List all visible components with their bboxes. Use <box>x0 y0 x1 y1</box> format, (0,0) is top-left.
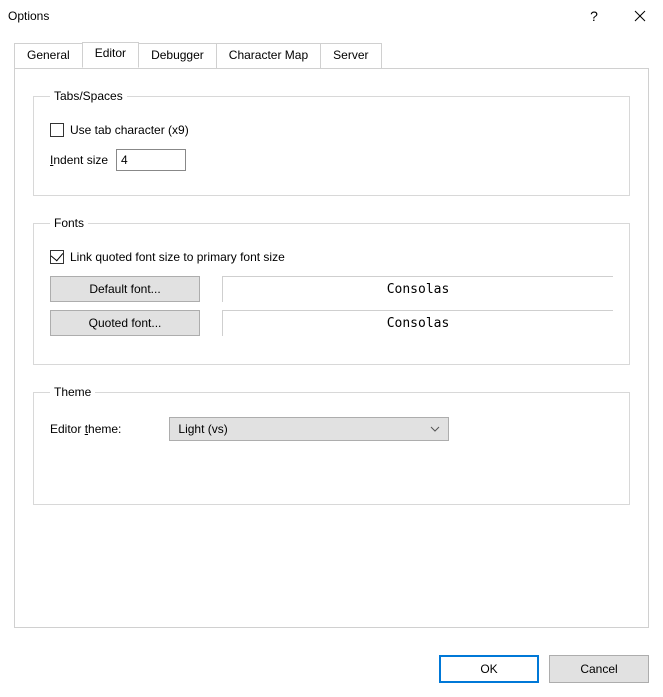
indent-size-label[interactable]: Indent size <box>50 153 108 167</box>
default-font-button[interactable]: Default font... <box>50 276 200 302</box>
tab-general[interactable]: General <box>14 43 83 69</box>
theme-group: Theme Editor theme: Light (vs) <box>33 385 630 505</box>
close-button[interactable] <box>617 0 663 32</box>
ok-button[interactable]: OK <box>439 655 539 683</box>
help-button[interactable]: ? <box>571 0 617 32</box>
tabs-spaces-legend: Tabs/Spaces <box>50 89 127 103</box>
fonts-legend: Fonts <box>50 216 88 230</box>
indent-size-input[interactable] <box>116 149 186 171</box>
theme-legend: Theme <box>50 385 95 399</box>
tab-debugger[interactable]: Debugger <box>138 43 217 69</box>
quoted-font-button[interactable]: Quoted font... <box>50 310 200 336</box>
tab-editor[interactable]: Editor <box>82 42 139 68</box>
tab-character-map[interactable]: Character Map <box>216 43 321 69</box>
cancel-button[interactable]: Cancel <box>549 655 649 683</box>
titlebar: Options ? <box>0 0 663 32</box>
editor-theme-value: Light (vs) <box>178 422 430 436</box>
dialog-footer: OK Cancel <box>439 655 649 683</box>
default-font-display: Consolas <box>222 276 613 302</box>
tabs-spaces-group: Tabs/Spaces Use tab character (x9) Inden… <box>33 89 630 196</box>
window-title: Options <box>8 9 49 23</box>
chevron-down-icon <box>430 426 440 432</box>
tab-server[interactable]: Server <box>320 43 381 69</box>
close-icon <box>634 10 646 22</box>
link-font-size-label[interactable]: Link quoted font size to primary font si… <box>70 250 285 264</box>
editor-theme-select[interactable]: Light (vs) <box>169 417 449 441</box>
quoted-font-display: Consolas <box>222 310 613 336</box>
tab-panel-editor: Tabs/Spaces Use tab character (x9) Inden… <box>14 68 649 628</box>
fonts-group: Fonts Link quoted font size to primary f… <box>33 216 630 365</box>
tab-strip: General Editor Debugger Character Map Se… <box>14 42 649 68</box>
link-font-size-checkbox[interactable] <box>50 250 64 264</box>
editor-theme-label[interactable]: Editor theme: <box>50 422 121 436</box>
use-tab-label[interactable]: Use tab character (x9) <box>70 123 189 137</box>
use-tab-checkbox[interactable] <box>50 123 64 137</box>
